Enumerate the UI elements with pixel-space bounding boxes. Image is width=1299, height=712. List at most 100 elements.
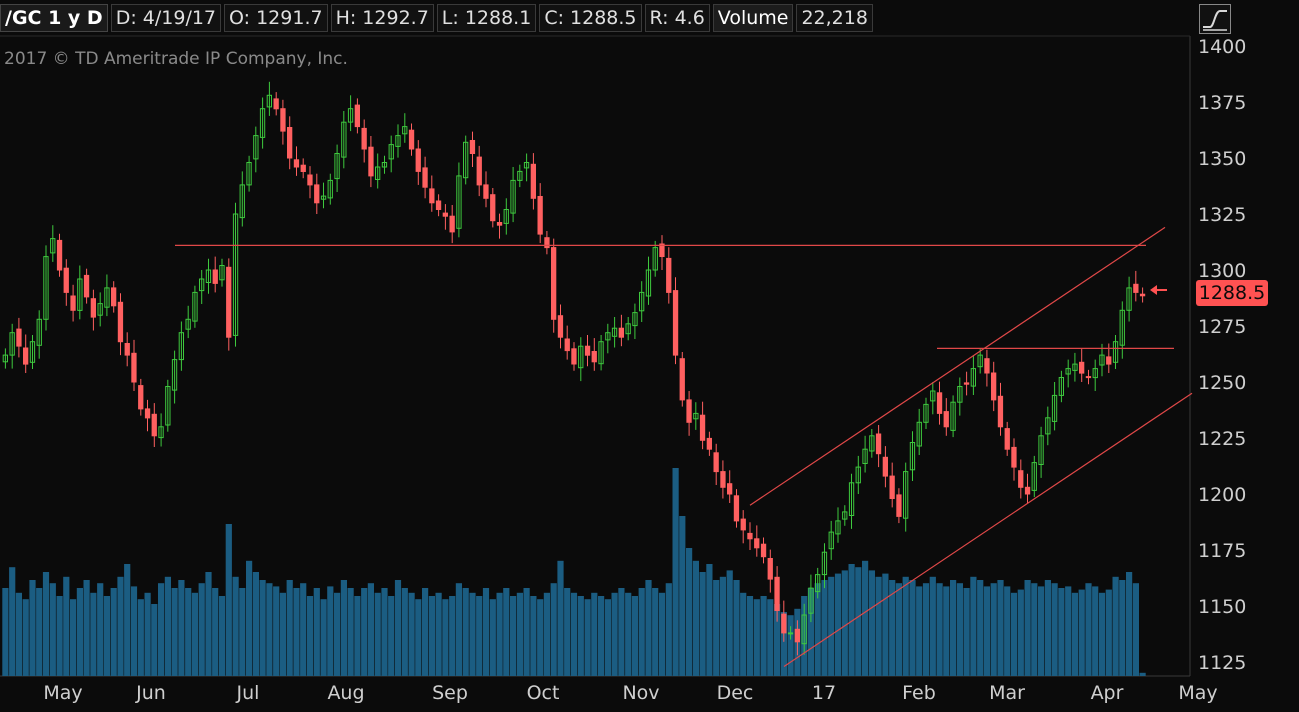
- volume-bar: [286, 580, 293, 676]
- volume-bar: [868, 570, 875, 676]
- volume-bar: [63, 576, 70, 676]
- candle-series: [2, 81, 1146, 656]
- candle-body: [767, 558, 773, 580]
- candle-body: [754, 538, 760, 549]
- volume-bar: [834, 573, 842, 676]
- volume-bar: [523, 588, 530, 676]
- candle-body: [1079, 361, 1085, 374]
- candle-body: [991, 372, 997, 401]
- volume-bar: [977, 580, 984, 676]
- candle-body: [882, 456, 889, 477]
- price-tick-label: 1175: [1198, 540, 1246, 562]
- volume-bar: [875, 576, 882, 676]
- candle-body: [496, 222, 503, 226]
- candle-body: [1018, 470, 1024, 488]
- candle-body: [293, 159, 300, 168]
- volume-bar: [306, 596, 314, 676]
- candle-body: [896, 494, 902, 517]
- candle-body: [490, 194, 496, 222]
- candle-body: [760, 543, 767, 558]
- candle-body: [672, 290, 679, 356]
- volume-bar: [713, 580, 720, 676]
- time-tick-label: 17: [812, 682, 836, 704]
- volume-series: [2, 468, 1146, 676]
- volume-bar: [895, 583, 902, 676]
- time-tick-label: Jun: [135, 682, 166, 704]
- volume-bar: [855, 567, 862, 676]
- volume-bar: [401, 588, 408, 676]
- volume-bar: [530, 596, 537, 676]
- volume-bar: [70, 599, 77, 676]
- volume-bar: [726, 570, 733, 676]
- volume-bar: [1132, 583, 1139, 676]
- volume-bar: [422, 588, 429, 676]
- price-tick-label: 1200: [1198, 484, 1246, 506]
- volume-bar: [631, 596, 638, 676]
- time-tick-label: Nov: [622, 682, 659, 704]
- volume-bar: [828, 576, 835, 676]
- volume-bar: [936, 583, 943, 676]
- candle-body: [212, 269, 218, 284]
- volume-bar: [428, 596, 435, 676]
- candle-body: [111, 287, 117, 307]
- volume-bar: [191, 592, 198, 676]
- volume-bar: [90, 592, 97, 676]
- volume-bar: [15, 592, 22, 676]
- candle-body: [706, 437, 713, 450]
- volume-bar: [185, 588, 192, 676]
- price-tick-label: 1275: [1198, 316, 1246, 338]
- volume-bar: [1098, 592, 1106, 676]
- volume-bar: [990, 583, 997, 676]
- candle-body: [449, 215, 455, 233]
- volume-bar: [706, 564, 713, 676]
- volume-bar: [449, 596, 456, 676]
- candle-body: [23, 347, 29, 365]
- volume-bar: [415, 599, 422, 676]
- volume-bar: [347, 588, 354, 676]
- volume-bar: [137, 599, 144, 676]
- candle-body: [273, 98, 279, 110]
- volume-bar: [455, 583, 462, 676]
- volume-bar: [1024, 580, 1031, 676]
- volume-bar: [1017, 589, 1024, 676]
- volume-bar: [320, 599, 327, 676]
- candle-body: [787, 632, 794, 635]
- volume-bar: [462, 588, 469, 676]
- volume-bar: [279, 592, 286, 676]
- volume-bar: [178, 580, 185, 676]
- volume-bar: [1065, 586, 1072, 676]
- candle-body: [551, 247, 557, 320]
- volume-bar: [719, 576, 726, 676]
- price-axis: 1400 1375 1350 1325 1300 1275 1250 1225 1200 1175…: [1198, 36, 1246, 674]
- candle-body: [280, 108, 286, 132]
- volume-bar: [1044, 580, 1051, 676]
- volume-bar: [577, 596, 584, 676]
- volume-bar: [164, 576, 171, 676]
- volume-bar: [56, 596, 63, 676]
- candle-body: [1106, 356, 1112, 365]
- candle-body: [557, 315, 564, 338]
- volume-bar: [929, 576, 936, 676]
- volume-bar: [381, 588, 388, 676]
- volume-bar: [1038, 586, 1045, 676]
- candle-body: [1011, 446, 1017, 468]
- candle-body: [226, 266, 232, 338]
- candle-body: [584, 345, 591, 356]
- volume-bar: [686, 548, 693, 676]
- price-chart[interactable]: 1400 1375 1350 1325 1300 1275 1250 1225 1200 1175…: [0, 0, 1299, 712]
- volume-bar: [902, 576, 909, 676]
- candle-body: [144, 408, 151, 419]
- volume-bar: [130, 586, 138, 676]
- price-tick-label: 1125: [1198, 652, 1246, 674]
- volume-bar: [537, 599, 544, 676]
- volume-bar: [225, 524, 232, 676]
- candle-body: [537, 196, 543, 235]
- volume-bar: [171, 588, 178, 676]
- candle-body: [666, 257, 672, 293]
- candle-body: [727, 483, 733, 495]
- volume-bar: [652, 588, 659, 676]
- volume-bar: [239, 588, 246, 676]
- volume-bar: [1112, 576, 1119, 676]
- volume-bar: [496, 592, 503, 676]
- candle-body: [530, 163, 537, 199]
